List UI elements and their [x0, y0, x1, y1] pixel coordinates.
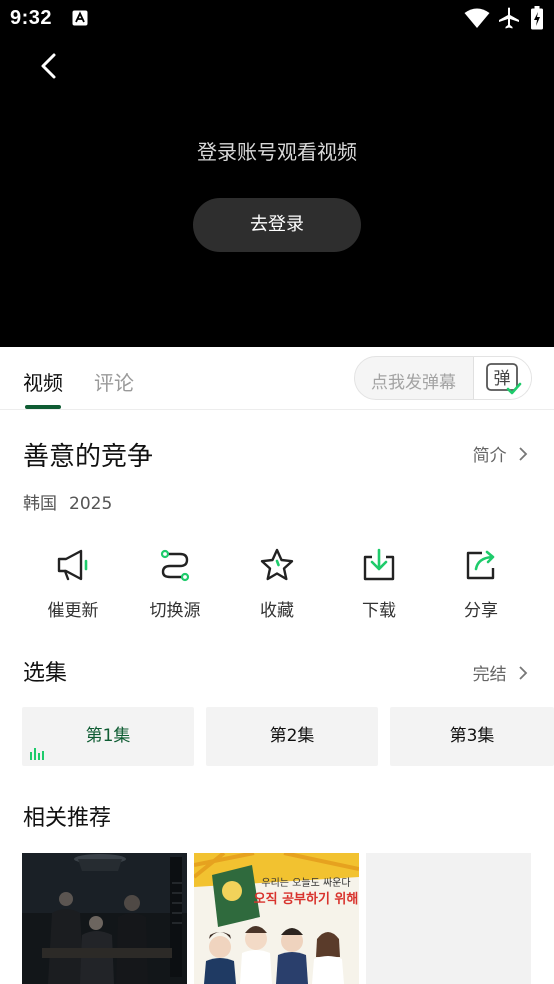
- episodes-status: 完结: [472, 665, 507, 685]
- danmaku-input[interactable]: 点我发弹幕: [371, 368, 456, 393]
- show-meta: 韩国 2025: [23, 489, 112, 514]
- login-button[interactable]: 去登录: [193, 198, 361, 252]
- episodes-status-link[interactable]: 完结: [473, 660, 530, 685]
- show-year: 2025: [69, 494, 113, 514]
- switch-source-icon: [160, 549, 190, 582]
- back-arrow-icon[interactable]: [34, 50, 64, 82]
- urge-update-button[interactable]: 催更新: [22, 546, 124, 621]
- episode-item[interactable]: 第3集: [390, 707, 554, 766]
- show-title: 善意的竞争: [23, 442, 154, 472]
- action-label: 下载: [362, 601, 396, 621]
- episode-item[interactable]: 第2集: [206, 707, 378, 766]
- episodes-title: 选集: [23, 661, 68, 686]
- download-button[interactable]: 下载: [328, 546, 430, 621]
- share-icon: [466, 550, 495, 580]
- action-label: 分享: [464, 601, 498, 621]
- show-country: 韩国: [23, 494, 57, 514]
- favorite-button[interactable]: 收藏: [226, 546, 328, 621]
- wifi-icon: [464, 8, 490, 28]
- status-bar: 9:32: [0, 0, 554, 38]
- danmaku-bar: 点我发弹幕 弹: [354, 356, 532, 400]
- tab-comments[interactable]: 评论: [94, 367, 134, 396]
- status-time: 9:32: [10, 7, 53, 29]
- text-badge-icon: [72, 10, 88, 26]
- intro-label: 简介: [472, 446, 507, 466]
- recommendations-title: 相关推荐: [23, 806, 112, 831]
- action-label: 收藏: [260, 601, 294, 621]
- tab-video[interactable]: 视频: [23, 367, 63, 396]
- megaphone-icon: [57, 549, 88, 581]
- tab-underline: [25, 405, 61, 409]
- switch-source-button[interactable]: 切换源: [124, 546, 226, 621]
- episode-label: 第1集: [85, 726, 131, 746]
- danmaku-toggle-icon: 弹: [486, 363, 522, 395]
- action-label: 切换源: [149, 601, 201, 621]
- chevron-right-icon: [519, 447, 528, 461]
- chevron-right-icon: [519, 666, 528, 680]
- recommendation-poster[interactable]: [22, 853, 187, 984]
- airplane-icon: [499, 7, 519, 29]
- battery-charging-icon: [531, 6, 543, 30]
- action-row: 催更新 切换源 收藏 下载 分享: [0, 546, 554, 626]
- poster-image: [22, 853, 187, 984]
- star-icon: [260, 548, 294, 581]
- poster-title: 오직 공부하기 위해: [254, 891, 359, 907]
- poster-tagline: 우리는 오늘도 싸운다: [261, 877, 350, 889]
- danmaku-toggle-label: 弹: [494, 369, 511, 389]
- recommendation-poster-placeholder[interactable]: [366, 853, 531, 984]
- action-label: 催更新: [47, 601, 99, 621]
- recommendation-poster[interactable]: 우리는 오늘도 싸운다 오직 공부하기 위해: [194, 853, 359, 984]
- download-icon: [363, 548, 395, 581]
- playing-indicator-icon: [30, 748, 44, 760]
- episode-label: 第2集: [269, 726, 315, 746]
- login-prompt: 登录账号观看视频: [197, 140, 357, 164]
- episode-label: 第3集: [449, 726, 495, 746]
- share-button[interactable]: 分享: [430, 546, 532, 621]
- poster-image: 우리는 오늘도 싸운다 오직 공부하기 위해: [194, 853, 359, 984]
- video-player[interactable]: 9:32 登录账号观看视频 去登录: [0, 0, 554, 347]
- episode-item[interactable]: 第1集: [22, 707, 194, 766]
- danmaku-toggle-button[interactable]: 弹: [474, 357, 531, 399]
- intro-link[interactable]: 简介: [473, 441, 530, 466]
